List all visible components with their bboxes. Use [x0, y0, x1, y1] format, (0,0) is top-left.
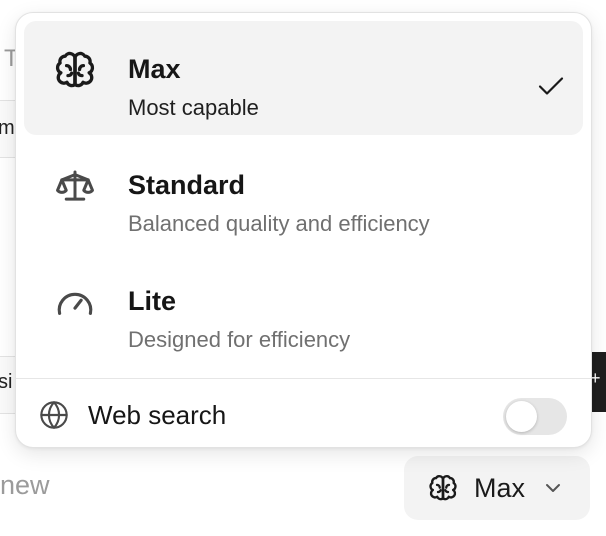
model-option-title: Lite [128, 286, 177, 316]
background-field-text-2: si [0, 371, 13, 393]
scale-icon [56, 170, 94, 201]
toggle-knob [506, 401, 537, 432]
model-option-subtitle: Balanced quality and efficiency [128, 211, 430, 236]
composer-placeholder: new [0, 470, 50, 500]
model-option-title: Max [128, 54, 181, 84]
web-search-row[interactable]: Web search [16, 379, 591, 447]
speedometer-icon [57, 292, 93, 315]
model-selector-button[interactable]: Max [404, 456, 590, 520]
model-option-title: Standard [128, 170, 246, 200]
web-search-toggle[interactable] [503, 398, 567, 435]
chevron-down-icon [546, 484, 561, 492]
web-search-label: Web search [88, 400, 227, 430]
model-option-subtitle: Most capable [128, 95, 259, 120]
checkmark-icon [538, 77, 564, 95]
model-option-max[interactable]: Max Most capable [24, 21, 583, 135]
brain-icon [429, 475, 457, 501]
model-option-standard[interactable]: Standard Balanced quality and efficiency [24, 137, 583, 251]
stage: T mp si + new Max Max Most capable Stand… [0, 0, 606, 536]
model-option-lite[interactable]: Lite Designed for efficiency [24, 253, 583, 367]
globe-icon [40, 401, 68, 429]
model-option-subtitle: Designed for efficiency [128, 327, 351, 352]
brain-icon [55, 51, 95, 88]
model-menu: Max Most capable Standard Balanced quali… [15, 12, 592, 448]
model-selector-label: Max [474, 472, 526, 503]
